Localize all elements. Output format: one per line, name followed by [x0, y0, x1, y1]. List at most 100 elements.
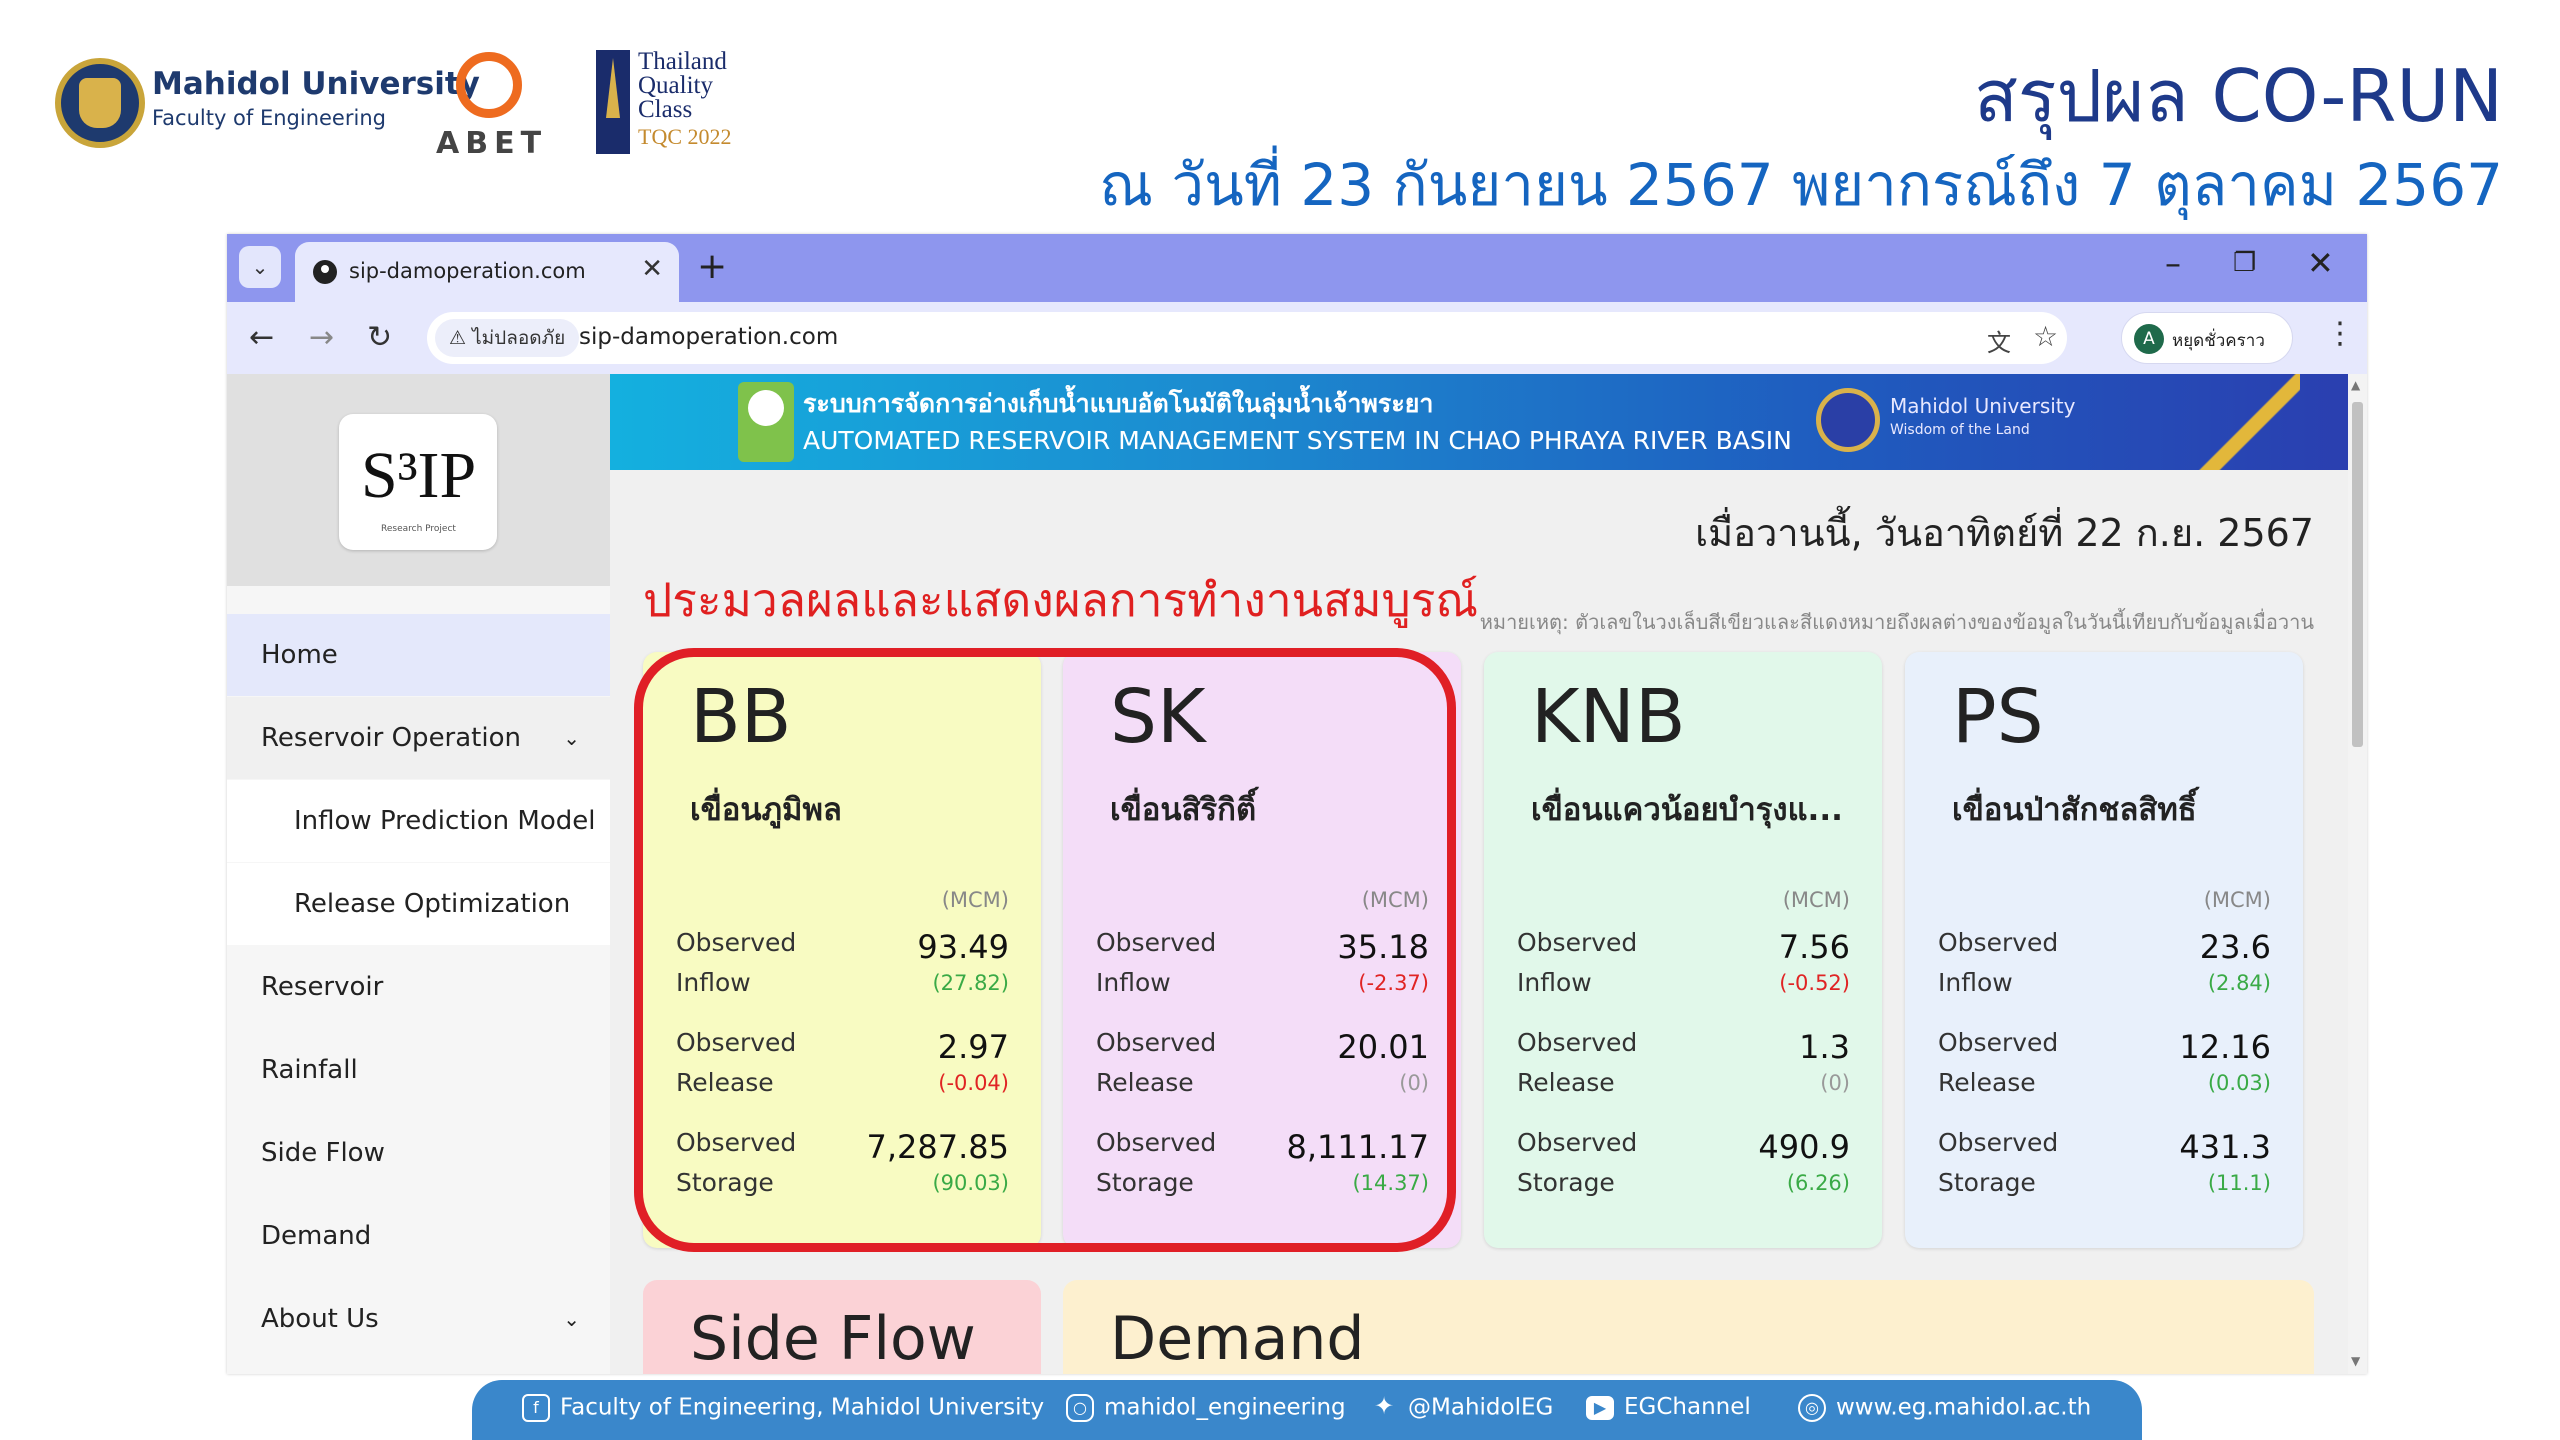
sidebar-item-label: About Us: [261, 1304, 379, 1334]
abet-logo-icon: [456, 52, 522, 118]
sip-logo[interactable]: S³IP Research Project: [339, 414, 497, 550]
metric-value-release: 12.16: [2179, 1028, 2271, 1066]
sidebar-item-inflow-prediction[interactable]: Inflow Prediction Model: [227, 780, 610, 862]
sidebar-item-about-us[interactable]: About Us ⌄: [227, 1278, 610, 1360]
metric-row-release: Observed Release 12.16 (0.03): [1938, 1028, 2271, 1108]
slide: Mahidol University Faculty of Engineerin…: [0, 0, 2560, 1440]
sidebar-item-label: Inflow Prediction Model: [294, 806, 596, 836]
youtube-icon: ▶: [1586, 1395, 1614, 1420]
reservoir-card-knb[interactable]: KNB เขื่อนแควน้อยบำรุงแ... (MCM) Observed In…: [1484, 652, 1882, 1248]
sidebar-item-reservoir[interactable]: Reservoir: [227, 946, 610, 1028]
instagram-icon: ○: [1066, 1394, 1094, 1422]
restore-icon[interactable]: ❐: [2233, 248, 2256, 278]
metric-row-inflow: Observed Inflow 7.56 (-0.52): [1517, 928, 1850, 1008]
tab-bar: ⌄ sip-damoperation.com ✕ + – ❐ ✕: [227, 234, 2367, 302]
reservoir-card-ps[interactable]: PS เขื่อนป่าสักชลสิทธิ์ (MCM) Observed Inflo…: [1905, 652, 2303, 1248]
demand-card[interactable]: Demand: [1063, 1280, 2314, 1374]
sip-logo-caption: Research Project: [381, 524, 456, 534]
metric-label-inflow: Inflow: [1938, 968, 2013, 997]
forward-arrow-icon[interactable]: →: [309, 320, 334, 355]
metric-label-release: Release: [1517, 1068, 1615, 1097]
metric-label-observed: Observed: [1938, 1128, 2059, 1157]
metric-diff-inflow: (-0.52): [1779, 971, 1850, 995]
security-chip[interactable]: ⚠ ไม่ปลอดภัย: [435, 319, 580, 357]
nrct-badge-icon: [738, 382, 794, 462]
footer-facebook-text: Faculty of Engineering, Mahidol Universi…: [560, 1394, 1045, 1421]
metric-label-storage: Storage: [1517, 1168, 1615, 1197]
tqc-line-4: TQC 2022: [638, 124, 732, 149]
sidebar-item-home[interactable]: Home: [227, 614, 610, 696]
tab-search-button[interactable]: ⌄: [239, 246, 281, 288]
browser-toolbar: ← → ↻ ⚠ ไม่ปลอดภัย sip-damoperation.com …: [227, 302, 2367, 374]
metric-row-inflow: Observed Inflow 23.6 (2.84): [1938, 928, 2271, 1008]
minimize-icon[interactable]: –: [2165, 244, 2181, 282]
banner-mahidol-name: Mahidol University: [1890, 394, 2076, 418]
banner-mahidol-tagline: Wisdom of the Land: [1890, 422, 2030, 438]
unit-label: (MCM): [2203, 888, 2271, 912]
abet-label: ABET: [436, 126, 548, 161]
page-heading: ประมวลผลและแสดงผลการทำงานสมบูรณ์: [643, 573, 1479, 627]
slide-subtitle: ณ วันที่ 23 กันยายน 2567 พยากรณ์ถึง 7 ตุ…: [1099, 151, 2503, 219]
gold-swoosh-icon: [2170, 374, 2300, 470]
scroll-down-icon[interactable]: ▼: [2351, 1354, 2360, 1368]
footer-youtube-text: EGChannel: [1624, 1394, 1751, 1420]
footer-website-text: www.eg.mahidol.ac.th: [1836, 1394, 2092, 1421]
unit-label: (MCM): [1782, 888, 1850, 912]
sidebar-item-label: Side Flow: [261, 1138, 385, 1168]
address-bar[interactable]: ⚠ ไม่ปลอดภัย sip-damoperation.com 文 ☆: [427, 312, 2067, 364]
scrollbar-thumb[interactable]: [2352, 402, 2363, 747]
slide-footer: f Faculty of Engineering, Mahidol Univers…: [472, 1380, 2142, 1440]
browser-tab[interactable]: sip-damoperation.com ✕: [295, 242, 679, 302]
sidebar-item-reservoir-operation[interactable]: Reservoir Operation ⌄: [227, 697, 610, 779]
banner-title-english: AUTOMATED RESERVOIR MANAGEMENT SYSTEM IN…: [803, 426, 1792, 455]
metric-value-inflow: 7.56: [1778, 928, 1850, 966]
url-text: sip-damoperation.com: [579, 324, 839, 350]
sip-logo-text: S³IP: [361, 439, 477, 512]
back-arrow-icon[interactable]: ←: [249, 320, 274, 355]
metric-label-inflow: Inflow: [1517, 968, 1592, 997]
twitter-bird-icon: ✦: [1373, 1392, 1395, 1420]
sidebar-item-label: Reservoir: [261, 972, 384, 1002]
metric-label-observed: Observed: [1938, 1028, 2059, 1057]
mahidol-faculty: Faculty of Engineering: [152, 106, 386, 130]
sidebar-item-label: Home: [261, 640, 338, 670]
metric-diff-inflow: (2.84): [2207, 971, 2271, 995]
sidebar-item-rainfall[interactable]: Rainfall: [227, 1029, 610, 1111]
metric-label-observed: Observed: [1517, 1128, 1638, 1157]
banner-title-thai: ระบบการจัดการอ่างเก็บน้ำแบบอัตโนมัติในลุ…: [803, 389, 1434, 418]
side-flow-card[interactable]: Side Flow: [643, 1280, 1041, 1374]
sidebar-item-demand[interactable]: Demand: [227, 1195, 610, 1277]
diff-note: หมายเหตุ: ตัวเลขในวงเล็บสีเขียวและสีแดงห…: [1479, 610, 2314, 634]
warning-icon: ⚠: [449, 327, 473, 349]
tqc-logo-icon: [596, 50, 630, 154]
reservoir-code: KNB: [1531, 674, 1686, 760]
bookmark-star-icon[interactable]: ☆: [2033, 320, 2058, 353]
sidebar-item-release-optimization[interactable]: Release Optimization: [227, 863, 610, 945]
metric-label-observed: Observed: [1517, 1028, 1638, 1057]
metric-label-storage: Storage: [1938, 1168, 2036, 1197]
sidebar-item-side-flow[interactable]: Side Flow: [227, 1112, 610, 1194]
tab-close-icon[interactable]: ✕: [641, 254, 663, 284]
avatar: A: [2134, 324, 2164, 354]
more-menu-icon[interactable]: ⋮: [2325, 316, 2355, 351]
sidebar-item-label: Demand: [261, 1221, 372, 1251]
sidebar-item-label: Release Optimization: [294, 889, 571, 919]
date-line: เมื่อวานนี้, วันอาทิตย์ที่ 22 ก.ย. 2567: [1695, 511, 2314, 555]
mahidol-seal-icon: [55, 58, 145, 148]
metric-value-inflow: 23.6: [2199, 928, 2271, 966]
mahidol-name: Mahidol University: [152, 66, 480, 102]
highlight-annotation: [634, 648, 1456, 1252]
chevron-down-icon: ⌄: [563, 726, 580, 750]
tab-title: sip-damoperation.com: [349, 259, 586, 283]
page-scrollbar[interactable]: ▲ ▼: [2348, 374, 2367, 1374]
window-close-icon[interactable]: ✕: [2307, 244, 2334, 282]
profile-button[interactable]: A หยุดชั่วคราว: [2121, 312, 2293, 364]
reload-icon[interactable]: ↻: [367, 320, 392, 355]
metric-row-storage: Observed Storage 490.9 (6.26): [1517, 1128, 1850, 1208]
footer-instagram-text: mahidol_engineering: [1104, 1394, 1346, 1421]
new-tab-button[interactable]: +: [697, 246, 727, 287]
metric-label-observed: Observed: [1938, 928, 2059, 957]
translate-icon[interactable]: 文: [1987, 323, 2011, 358]
footer-twitter: ✦ @MahidolEG: [1370, 1394, 1553, 1422]
scroll-up-icon[interactable]: ▲: [2351, 378, 2360, 392]
